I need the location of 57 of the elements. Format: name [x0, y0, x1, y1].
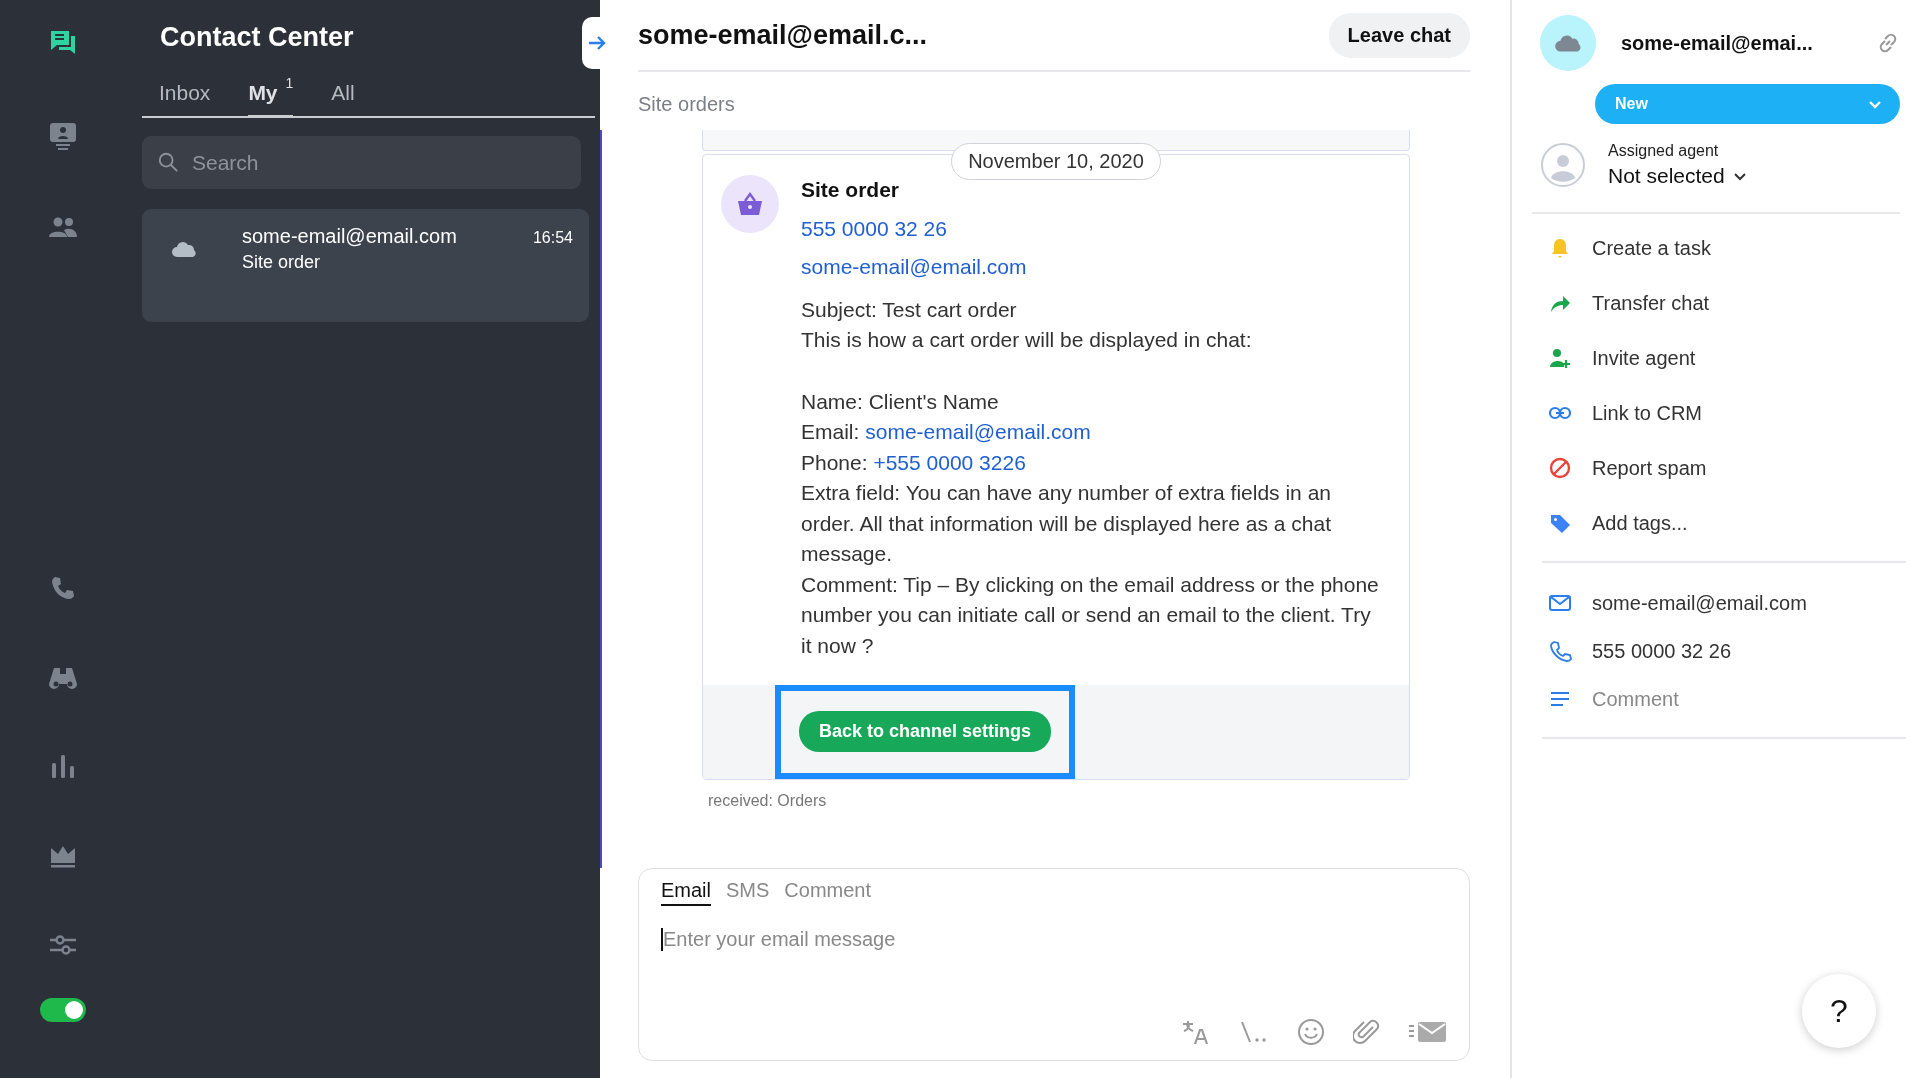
message-title: Site order [801, 177, 901, 203]
channel-tab[interactable]: Comment [784, 879, 872, 906]
emoji-icon[interactable] [1297, 1018, 1325, 1046]
message-text: Name: Client's Name [801, 388, 1000, 415]
tab[interactable]: Inbox [159, 75, 211, 116]
message-text: This is how a cart order will be displayed in chat: [801, 327, 1253, 353]
assigned-agent-label: Assigned agent [1608, 142, 1720, 160]
contact-name: some-email@email.com [242, 225, 458, 248]
message-text: Subject: Test cart order [801, 296, 1018, 323]
search-field[interactable]: Search [142, 136, 581, 189]
chevron-down-icon [1732, 171, 1747, 181]
phone-link[interactable]: 555 0000 32 26 [801, 213, 1385, 244]
email-link[interactable]: some-email@email.com [801, 252, 1385, 283]
phone-icon [1548, 639, 1572, 663]
send-email-icon[interactable] [1409, 1020, 1447, 1044]
channel-tab[interactable]: SMS [726, 879, 770, 906]
formatting-icon[interactable] [1239, 1019, 1269, 1045]
action-item[interactable]: Create a task [1548, 236, 1906, 260]
message-text: Extra field: You can have any number of extra fields in an order. All that information will be displayed here as a chat message. [801, 480, 1332, 567]
message-text: Comment: Tip – By clicking on the email address or the phone number you can initiate call or send an email to the client. Try it now ? [801, 571, 1380, 659]
message-link[interactable]: +555 0000 3226 [873, 450, 1026, 474]
action-item[interactable]: Link to CRM [1548, 401, 1906, 425]
message-text: Email: some-email@email.com [801, 419, 1092, 445]
contact-detail: some-email@email.com [1592, 591, 1807, 615]
person-plus-icon [1548, 346, 1572, 370]
action-item[interactable]: Invite agent [1548, 346, 1906, 370]
message-text: Phone: +555 0000 3226 [801, 449, 1027, 476]
prohibited-icon [1548, 456, 1572, 480]
chat-title: some-email@email.c... [638, 19, 927, 51]
conversation-item[interactable]: some-email@email.com 16:54 Site order [142, 209, 589, 322]
comment-field[interactable]: Comment [1592, 687, 1679, 711]
panel-title: Contact Center [160, 22, 355, 53]
channel-tab[interactable]: Email [661, 879, 711, 906]
contact-detail: 555 0000 32 26 [1592, 639, 1732, 663]
tab-count: 1 [285, 75, 294, 91]
date-label: November 10, 2020 [951, 143, 1161, 180]
received-label: received: Orders [708, 792, 828, 810]
contact-name: some-email@emai... [1621, 31, 1814, 55]
translate-icon[interactable] [1181, 1019, 1211, 1045]
chevron-down-icon [1868, 99, 1882, 109]
search-icon [157, 151, 179, 173]
person-avatar-icon [1540, 142, 1586, 188]
message-time: 16:54 [532, 228, 573, 248]
action-item[interactable]: Report spam [1548, 456, 1906, 480]
tab[interactable]: My $^{1}$ [248, 75, 294, 118]
leave-chat-button[interactable]: Leave chat [1328, 12, 1470, 58]
online-toggle[interactable] [39, 998, 86, 1022]
cloud-avatar-icon [1540, 15, 1596, 71]
tab[interactable]: All [331, 75, 355, 116]
help-button[interactable]: ? [1802, 974, 1876, 1048]
agent-dropdown[interactable]: Not selected [1608, 164, 1747, 188]
chat-subtitle: Site orders [638, 93, 736, 116]
message-preview: Site order [242, 252, 322, 273]
paperclip-icon[interactable] [1353, 1018, 1381, 1046]
action-item[interactable]: Add tags... [1548, 511, 1906, 535]
action-item[interactable]: Transfer chat [1548, 291, 1906, 315]
message-link[interactable]: some-email@email.com [865, 420, 1091, 443]
